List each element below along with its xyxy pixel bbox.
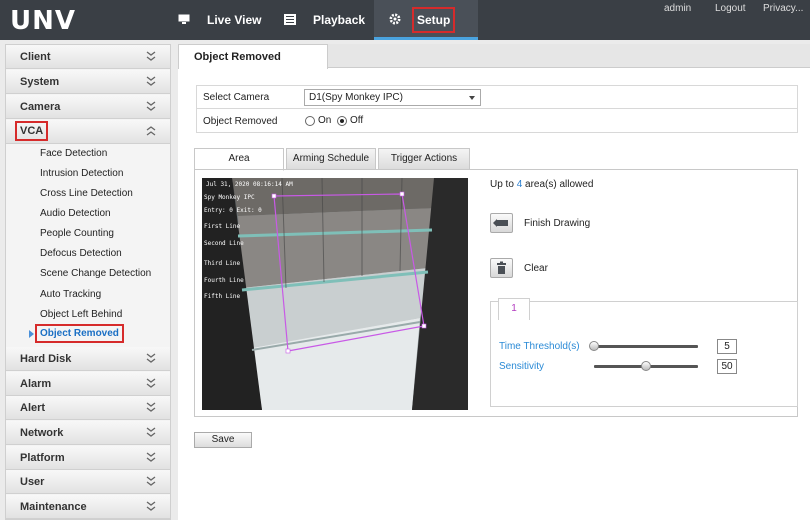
sidebar-item-intrusion-detection[interactable]: Intrusion Detection [40,168,123,179]
sidebar-section-vca[interactable]: VCA [6,120,170,144]
nav-setup[interactable]: Setup [411,7,456,33]
user-admin-link[interactable]: admin [664,3,691,14]
sidebar-item-audio-detection[interactable]: Audio Detection [40,208,111,219]
sidebar-item-object-left-behind[interactable]: Object Left Behind [40,309,122,320]
chevron-down-icon [146,427,156,437]
chevron-up-icon [146,126,156,136]
chevron-down-icon [146,501,156,511]
time-threshold-slider[interactable] [594,345,698,348]
osd-line-3: Third Line [204,260,241,267]
finish-drawing-label[interactable]: Finish Drawing [524,218,590,229]
chevron-down-icon [146,476,156,486]
monitor-icon [178,14,190,24]
chevron-down-icon [146,76,156,86]
area-panel: Jul 31, 2020 08:16:14 AM Spy Monkey IPC … [194,169,798,417]
active-item-arrow-icon [29,330,34,338]
osd-line-4: Fourth Line [204,277,244,284]
logout-link[interactable]: Logout [715,3,746,14]
sidebar-section-client[interactable]: Client [6,45,170,69]
object-removed-label: Object Removed [203,116,278,127]
save-button[interactable]: Save [194,432,252,448]
on-radio-label: On [318,115,332,126]
video-preview[interactable]: Jul 31, 2020 08:16:14 AM Spy Monkey IPC … [202,178,468,410]
area-tab-1[interactable]: 1 [498,298,530,320]
clear-label[interactable]: Clear [524,263,548,274]
off-radio[interactable] [337,116,347,126]
chevron-down-icon [146,378,156,388]
chevron-down-icon [146,51,156,61]
trash-icon [497,261,506,274]
sidebar-section-network[interactable]: Network [6,421,170,445]
sidebar-section-maintenance[interactable]: Maintenance [6,495,170,519]
finish-drawing-icon [493,219,508,227]
sensitivity-slider-handle[interactable] [641,361,651,371]
settings-form: Select Camera D1(Spy Monkey IPC) Object … [196,85,798,133]
dropdown-caret-icon [469,96,475,100]
sidebar-item-auto-tracking[interactable]: Auto Tracking [40,289,101,300]
time-threshold-input[interactable]: 5 [717,339,737,354]
time-threshold-label: Time Threshold(s) [499,341,580,352]
tab-area[interactable]: Area [194,148,284,171]
chevron-down-icon [146,402,156,412]
nav-live-view[interactable]: Live View [207,0,261,40]
main-content: Object Removed Select Camera D1(Spy Monk… [178,44,810,520]
privacy-link[interactable]: Privacy... [763,3,803,14]
sidebar-item-scene-change-detection[interactable]: Scene Change Detection [40,268,151,279]
sidebar-section-system[interactable]: System [6,70,170,94]
sensitivity-input[interactable]: 50 [717,359,737,374]
area-settings-box: 1 Time Threshold(s) 5 Sensitivity 50 [490,298,798,407]
gear-icon [389,13,401,25]
select-camera-row: Select Camera D1(Spy Monkey IPC) [197,86,797,109]
sensitivity-label: Sensitivity [499,361,545,372]
osd-camera-name: Spy Monkey IPC [204,194,255,201]
chevron-down-icon [146,101,156,111]
finish-drawing-button[interactable] [490,213,513,233]
sidebar-section-camera[interactable]: Camera [6,95,170,119]
chevron-down-icon [146,353,156,363]
osd-line-5: Fifth Line [204,293,241,300]
sidebar-section-user[interactable]: User [6,470,170,494]
on-radio[interactable] [305,116,315,126]
unv-logo: UNV [10,6,76,36]
osd-line-2: Second Line [204,240,244,247]
sidebar-section-hard-disk[interactable]: Hard Disk [6,347,170,371]
top-bar: UNV Live View Playback Setup admin Logou… [0,0,810,40]
osd-timestamp: Jul 31, 2020 08:16:14 AM [206,181,293,188]
sidebar: Client System Camera VCA Face Detection … [5,44,171,520]
chevron-down-icon [146,452,156,462]
off-radio-label: Off [350,115,364,126]
sidebar-section-alert[interactable]: Alert [6,396,170,420]
object-removed-row: Object Removed On Off [197,110,797,133]
sidebar-section-alarm[interactable]: Alarm [6,372,170,396]
sidebar-item-object-removed[interactable]: Object Removed [35,324,124,343]
clear-button[interactable] [490,258,513,278]
osd-line-1: First Line [204,223,241,230]
sidebar-section-platform[interactable]: Platform [6,446,170,470]
playback-grid-icon [284,14,296,25]
page-title: Object Removed [178,44,328,69]
areas-allowed-count: 4 [516,179,523,190]
time-threshold-slider-handle[interactable] [589,341,599,351]
sidebar-item-people-counting[interactable]: People Counting [40,228,114,239]
tab-trigger-actions[interactable]: Trigger Actions [378,148,470,170]
select-camera-label: Select Camera [203,92,270,103]
nav-playback[interactable]: Playback [313,0,365,40]
sidebar-item-face-detection[interactable]: Face Detection [40,148,107,159]
tab-arming-schedule[interactable]: Arming Schedule [286,148,376,170]
sidebar-item-cross-line-detection[interactable]: Cross Line Detection [40,188,133,199]
sidebar-item-defocus-detection[interactable]: Defocus Detection [40,248,122,259]
osd-entry-exit: Entry: 0 Exit: 0 [204,207,262,214]
areas-allowed-text: Up to 4 area(s) allowed [490,179,594,190]
camera-select[interactable]: D1(Spy Monkey IPC) [304,89,481,106]
